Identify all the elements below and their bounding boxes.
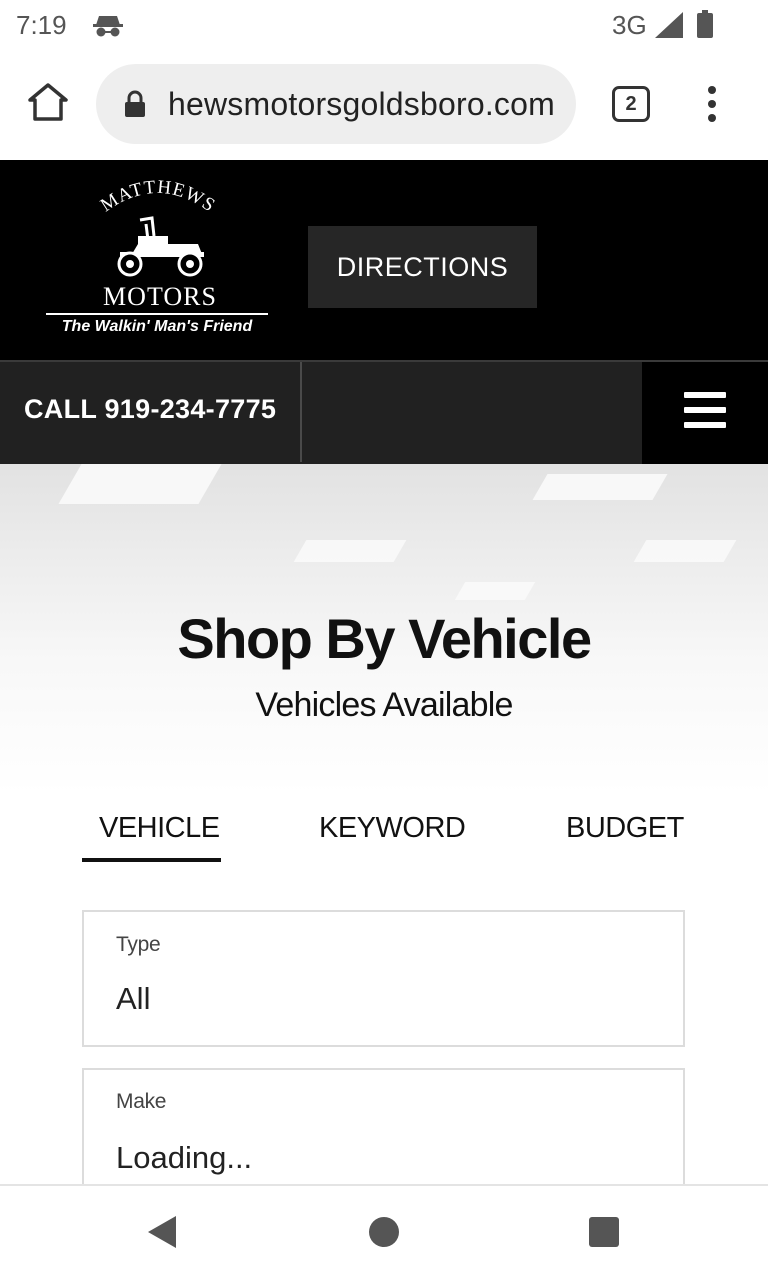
hamburger-icon[interactable] — [684, 392, 726, 428]
call-phone-link[interactable]: CALL 919-234-7775 — [24, 394, 276, 425]
svg-text:MATTHEWS: MATTHEWS — [97, 177, 219, 217]
page-subtitle: Vehicles Available — [255, 686, 513, 724]
logo-tagline: The Walkin' Man's Friend — [61, 318, 253, 335]
directions-button[interactable]: DIRECTIONS — [308, 226, 537, 308]
type-select[interactable] — [82, 910, 685, 1047]
tab-keyword[interactable]: KEYWORD — [319, 812, 466, 845]
ceiling-light — [633, 540, 737, 562]
car-logo-icon — [117, 216, 204, 277]
tab-switcher-button[interactable]: 2 — [612, 86, 650, 122]
type-value[interactable]: All — [116, 981, 150, 1017]
incognito-icon — [93, 16, 123, 37]
logo-divider — [46, 313, 268, 315]
url-text[interactable]: hewsmotorsgoldsboro.com — [168, 86, 555, 123]
ceiling-light — [454, 582, 536, 600]
back-icon[interactable] — [146, 1214, 178, 1250]
page-title: Shop By Vehicle — [177, 607, 592, 670]
active-tab-indicator — [82, 858, 221, 862]
make-value[interactable]: Loading... — [116, 1140, 252, 1176]
recent-apps-icon[interactable] — [589, 1217, 619, 1247]
network-type: 3G — [612, 10, 647, 40]
home-circle-icon[interactable] — [369, 1217, 399, 1247]
ceiling-light — [293, 540, 407, 562]
tab-budget[interactable]: BUDGET — [566, 812, 684, 845]
lock-icon — [125, 90, 145, 117]
make-label: Make — [116, 1090, 167, 1113]
logo-motors-text: MOTORS — [103, 282, 217, 311]
home-icon[interactable] — [26, 80, 70, 124]
signal-icon — [655, 12, 683, 38]
more-vert-icon[interactable] — [700, 82, 724, 126]
call-divider — [300, 362, 302, 462]
status-time: 7:19 — [16, 10, 67, 40]
battery-icon — [697, 10, 713, 38]
logo-top-text: MATTHEWS — [97, 177, 218, 217]
tab-vehicle[interactable]: VEHICLE — [99, 812, 220, 845]
ceiling-light — [532, 474, 668, 500]
ceiling-light — [58, 464, 222, 504]
type-label: Type — [116, 933, 161, 956]
